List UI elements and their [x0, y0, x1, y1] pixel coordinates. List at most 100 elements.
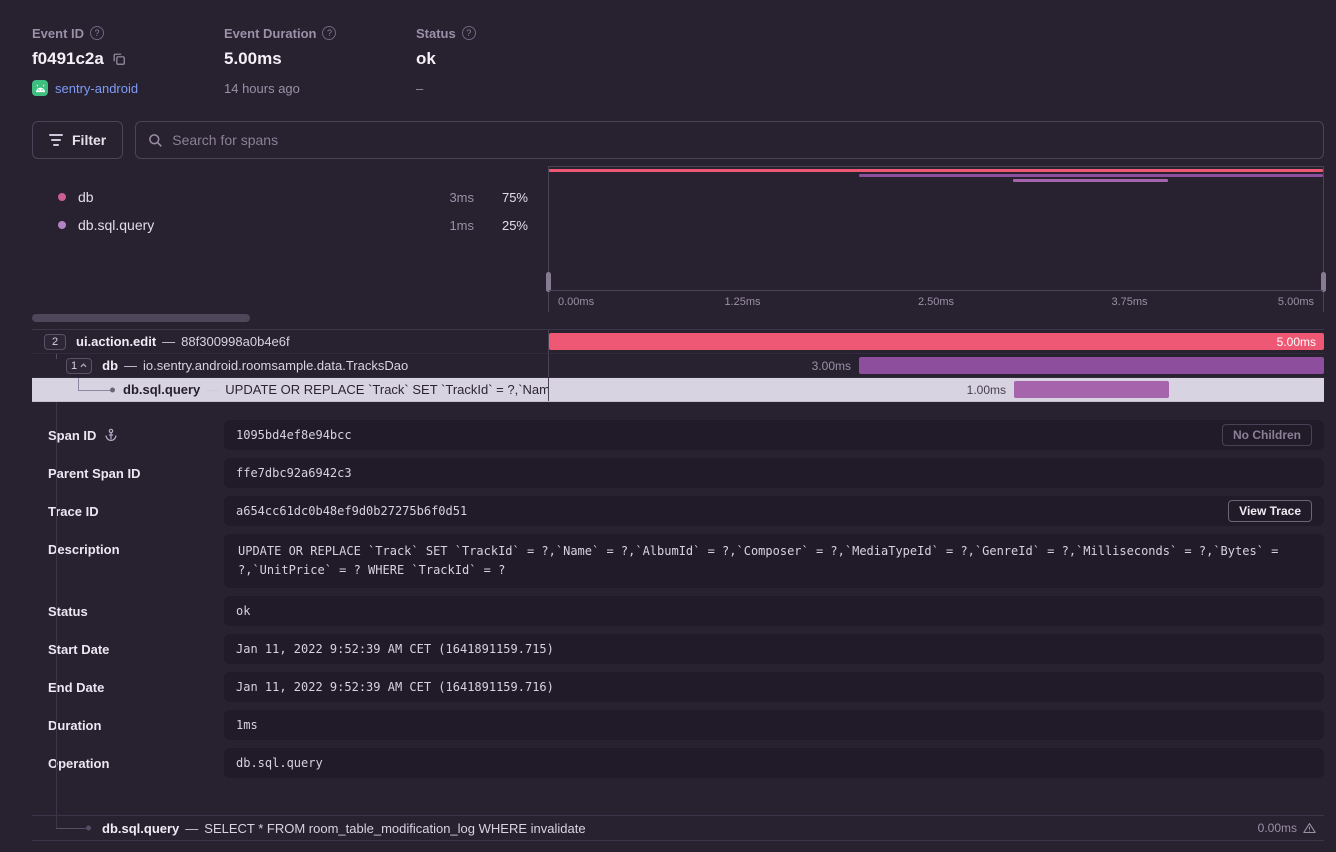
duration-value-box: 1ms [224, 710, 1324, 740]
operation-value: db.sql.query [236, 756, 323, 770]
start-date-value-box: Jan 11, 2022 9:52:39 AM CET (1641891159.… [224, 634, 1324, 664]
separator: — [124, 358, 137, 373]
tree-connector [78, 378, 79, 390]
span-duration-label: 3.00ms [812, 359, 859, 373]
span-bar-area: 3.00ms [548, 354, 1324, 377]
tree-connector [56, 828, 86, 829]
trace-id-value-box: a654cc61dc0b48ef9d0b27275b6f0d51 View Tr… [224, 496, 1324, 526]
span-children-badge[interactable]: 2 [44, 334, 66, 350]
end-date-value-box: Jan 11, 2022 9:52:39 AM CET (1641891159.… [224, 672, 1324, 702]
end-date-label: End Date [32, 672, 224, 702]
chevron-up-icon [80, 363, 87, 368]
span-description: 88f300998a0b4e6f [181, 334, 289, 349]
detail-row-start-date: Start Date Jan 11, 2022 9:52:39 AM CET (… [32, 634, 1324, 664]
duration-label: Duration [32, 710, 224, 740]
axis-tick: 5.00ms [1278, 296, 1314, 308]
event-status-sub: – [416, 81, 423, 96]
span-detail-view: Event ID ? f0491c2a [0, 0, 1336, 841]
span-operation: ui.action.edit [76, 334, 156, 349]
time-axis: 0.00ms 1.25ms 2.50ms 3.75ms 5.00ms [549, 290, 1323, 312]
span-duration-label: 1.00ms [967, 383, 1014, 397]
detail-row-end-date: End Date Jan 11, 2022 9:52:39 AM CET (16… [32, 672, 1324, 702]
span-id-value: 1095bd4ef8e94bcc [236, 428, 352, 442]
end-date-value: Jan 11, 2022 9:52:39 AM CET (1641891159.… [236, 680, 554, 694]
search-input[interactable] [172, 132, 1311, 148]
span-id-value-box: 1095bd4ef8e94bcc No Children [224, 420, 1324, 450]
event-status-block: Status ? ok – [416, 26, 608, 96]
span-row-ui-action-edit[interactable]: 2 ui.action.edit — 88f300998a0b4e6f 5.00… [32, 330, 1324, 354]
event-time-ago: 14 hours ago [224, 81, 300, 96]
trace-id-value: a654cc61dc0b48ef9d0b27275b6f0d51 [236, 504, 467, 518]
span-bar-area: 1.00ms [548, 378, 1324, 401]
filter-icon [49, 134, 63, 146]
anchor-icon[interactable] [104, 428, 118, 442]
description-value-box: UPDATE OR REPLACE `Track` SET `TrackId` … [224, 534, 1324, 588]
legend-item-db-sql-query: db.sql.query 1ms 25% [32, 211, 548, 239]
axis-tick: 1.25ms [724, 296, 760, 308]
span-row-db[interactable]: 1 db — io.sentry.android.roomsample.data… [32, 354, 1324, 378]
filter-button-label: Filter [72, 132, 106, 148]
span-row-info: 2 ui.action.edit — 88f300998a0b4e6f [32, 330, 548, 353]
span-row-db-sql-query-selected[interactable]: db.sql.query — UPDATE OR REPLACE `Track`… [32, 378, 1324, 402]
operation-color-dot [58, 221, 66, 229]
span-description: UPDATE OR REPLACE `Track` SET `TrackId` … [225, 382, 548, 397]
operation-label: Operation [32, 748, 224, 778]
operation-name: db.sql.query [78, 217, 428, 233]
search-icon [148, 133, 163, 148]
spans-toolbar: Filter [32, 121, 1324, 159]
span-row-info: db.sql.query — UPDATE OR REPLACE `Track`… [32, 378, 548, 401]
help-icon[interactable]: ? [462, 26, 476, 40]
status-value-box: ok [224, 596, 1324, 626]
help-icon[interactable]: ? [90, 26, 104, 40]
legend-item-db: db 3ms 75% [32, 183, 548, 211]
viewport-drag-handle-right[interactable] [1321, 272, 1326, 292]
android-platform-icon [32, 80, 48, 96]
operation-name: db [78, 189, 428, 205]
help-icon[interactable]: ? [322, 26, 336, 40]
event-id-block: Event ID ? f0491c2a [32, 26, 224, 96]
filter-button[interactable]: Filter [32, 121, 123, 159]
detail-row-status: Status ok [32, 596, 1324, 626]
span-duration-bar[interactable] [1014, 381, 1169, 398]
project-link[interactable]: sentry-android [55, 81, 138, 96]
minimap-span-line [549, 169, 1323, 172]
span-duration-bar[interactable] [549, 333, 1324, 350]
description-value: UPDATE OR REPLACE `Track` SET `TrackId` … [238, 542, 1310, 580]
span-duration-label: 0.00ms [1258, 821, 1297, 835]
horizontal-scrollbar[interactable] [32, 314, 250, 322]
event-duration-block: Event Duration ? 5.00ms 14 hours ago [224, 26, 416, 96]
operation-value-box: db.sql.query [224, 748, 1324, 778]
minimap-canvas[interactable] [549, 167, 1323, 290]
operation-percent: 25% [490, 218, 528, 233]
separator: — [185, 821, 198, 836]
event-duration-label: Event Duration [224, 26, 316, 41]
parent-span-id-value: ffe7dbc92a6942c3 [236, 466, 352, 480]
detail-row-parent-span-id: Parent Span ID ffe7dbc92a6942c3 [32, 458, 1324, 488]
operation-duration: 3ms [428, 190, 474, 205]
operations-legend: db 3ms 75% db.sql.query 1ms 25% [32, 166, 548, 329]
operation-percent: 75% [490, 190, 528, 205]
copy-icon[interactable] [112, 52, 126, 66]
minimap-span-line [859, 174, 1323, 177]
operation-color-dot [58, 193, 66, 201]
span-collapse-badge[interactable]: 1 [66, 358, 92, 374]
start-date-label: Start Date [32, 634, 224, 664]
span-bar-area: 5.00ms [548, 330, 1324, 353]
span-duration-bar[interactable] [859, 357, 1324, 374]
span-description: SELECT * FROM room_table_modification_lo… [204, 821, 585, 836]
label-text: Start Date [48, 642, 109, 657]
operation-duration: 1ms [428, 218, 474, 233]
minimap-span-line [1013, 179, 1168, 182]
span-waterfall: 2 ui.action.edit — 88f300998a0b4e6f 5.00… [32, 330, 1324, 402]
event-header: Event ID ? f0491c2a [0, 0, 1336, 96]
view-trace-button[interactable]: View Trace [1228, 500, 1312, 522]
span-row-info: 1 db — io.sentry.android.roomsample.data… [32, 354, 548, 377]
detail-row-description: Description UPDATE OR REPLACE `Track` SE… [32, 534, 1324, 588]
separator: — [206, 382, 219, 397]
viewport-drag-handle-left[interactable] [546, 272, 551, 292]
description-label: Description [32, 534, 224, 588]
span-row-db-sql-query-select[interactable]: db.sql.query — SELECT * FROM room_table_… [32, 815, 1324, 841]
trace-id-label: Trace ID [32, 496, 224, 526]
span-operation: db.sql.query [102, 821, 179, 836]
no-children-button[interactable]: No Children [1222, 424, 1312, 446]
